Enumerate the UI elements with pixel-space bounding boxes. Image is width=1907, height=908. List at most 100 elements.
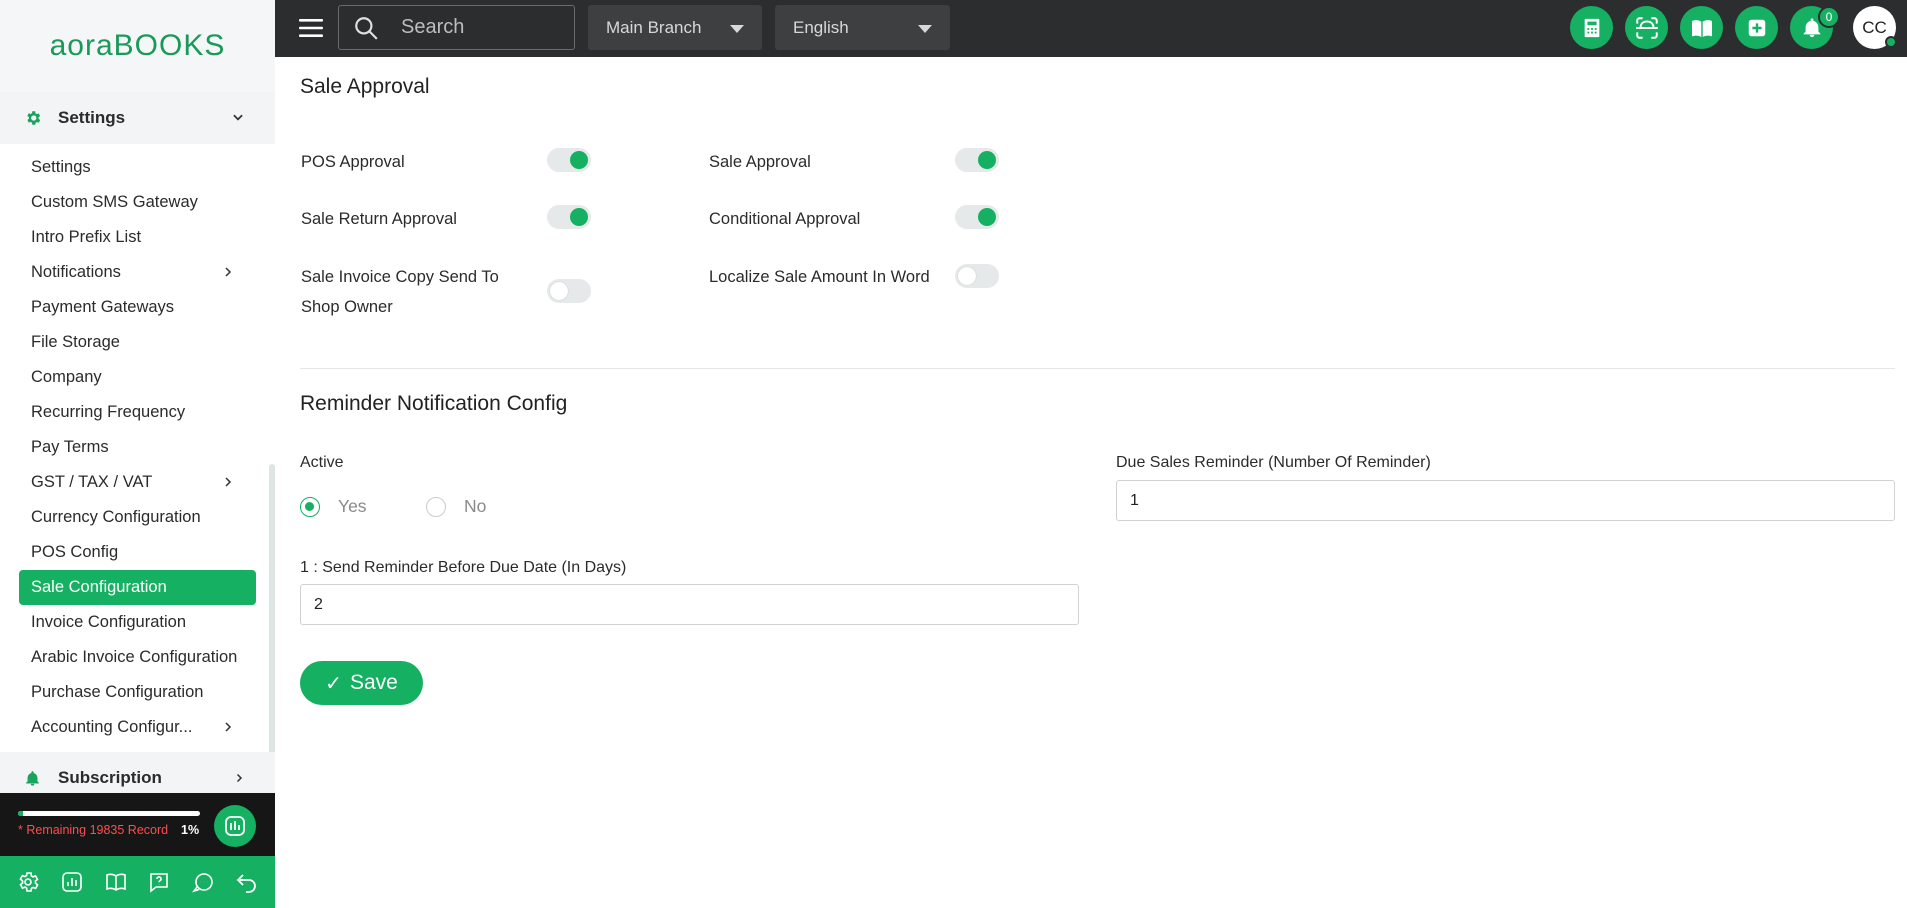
localize-amount-toggle[interactable] <box>955 264 999 288</box>
sidebar-item-recurring-frequency[interactable]: Recurring Frequency <box>19 395 256 430</box>
sale-approval-toggle[interactable] <box>955 148 999 172</box>
sidebar-item-label: Company <box>31 368 102 386</box>
chevron-right-icon <box>225 267 232 277</box>
logo-text-a: aora <box>49 29 114 62</box>
sale-return-approval-toggle[interactable] <box>547 205 591 229</box>
app-logo[interactable]: aoraBOOKS <box>50 29 226 63</box>
open-book-icon <box>1691 19 1712 37</box>
search-box[interactable]: Search <box>338 5 575 50</box>
bottom-reports-button[interactable] <box>59 869 85 895</box>
sidebar-item-notifications[interactable]: Notifications <box>19 255 256 290</box>
due-reminder-label: Due Sales Reminder (Number Of Reminder) <box>1116 454 1431 471</box>
bottom-guide-button[interactable] <box>103 869 129 895</box>
active-yes-radio[interactable]: Yes <box>300 496 367 517</box>
notification-badge: 0 <box>1818 6 1840 28</box>
book-icon <box>105 873 126 891</box>
localize-amount-label: Localize Sale Amount In Word <box>709 268 930 286</box>
sidebar-item-payment-gateways[interactable]: Payment Gateways <box>19 290 256 325</box>
radio-circle <box>300 496 320 517</box>
sale-return-approval-label: Sale Return Approval <box>301 210 457 228</box>
sidebar-item-settings[interactable]: Settings <box>19 150 256 185</box>
pos-approval-toggle[interactable] <box>547 148 591 172</box>
sidebar-item-label: Accounting Configur... <box>31 718 193 736</box>
chart-icon <box>61 872 82 892</box>
active-label: Active <box>300 454 344 471</box>
active-no-radio[interactable]: No <box>426 496 486 517</box>
sidebar-item-company[interactable]: Company <box>19 360 256 395</box>
sidebar-item-pos-config[interactable]: POS Config <box>19 535 256 570</box>
usage-progress-fill <box>18 811 24 816</box>
days-before-due-input[interactable]: 2 <box>300 584 1079 625</box>
sidebar-item-invoice-configuration[interactable]: Invoice Configuration <box>19 605 256 640</box>
sidebar-section-title: Settings <box>58 108 126 127</box>
invoice-copy-to-owner-label: Sale Invoice Copy Send To Shop Owner <box>301 268 499 316</box>
language-select[interactable]: English <box>775 5 950 50</box>
upgrade-button[interactable] <box>214 805 256 847</box>
branch-select[interactable]: Main Branch <box>588 5 762 50</box>
calculator-button[interactable] <box>1570 6 1613 49</box>
sidebar-item-label: Intro Prefix List <box>31 228 142 246</box>
sidebar-item-gst-tax-vat[interactable]: GST / TAX / VAT <box>19 465 256 500</box>
barcode-scan-button[interactable] <box>1625 6 1668 49</box>
invoice-copy-to-owner-toggle[interactable] <box>547 279 591 303</box>
catalog-button[interactable] <box>1680 6 1723 49</box>
add-new-button[interactable] <box>1735 6 1778 49</box>
search-input[interactable]: Search <box>401 16 464 39</box>
sidebar-item-arabic-invoice-configuration[interactable]: Arabic Invoice Configuration <box>19 640 256 675</box>
sidebar-item-file-storage[interactable]: File Storage <box>19 325 256 360</box>
sidebar-item-currency-configuration[interactable]: Currency Configuration <box>19 500 256 535</box>
undo-icon <box>236 874 256 893</box>
due-reminder-input[interactable]: 1 <box>1116 480 1895 521</box>
search-icon <box>355 16 378 40</box>
sidebar-item-purchase-configuration[interactable]: Purchase Configuration <box>19 675 256 710</box>
active-no-label: No <box>464 496 487 516</box>
usage-percent: 1% <box>181 823 200 837</box>
caret-down-icon <box>918 25 932 33</box>
sidebar-item-label: Purchase Configuration <box>31 683 204 701</box>
pos-approval-label: POS Approval <box>301 153 405 171</box>
sidebar-item-intro-prefix-list[interactable]: Intro Prefix List <box>19 220 256 255</box>
sidebar-item-custom-sms-gateway[interactable]: Custom SMS Gateway <box>19 185 256 220</box>
user-avatar[interactable]: CC <box>1853 6 1897 49</box>
bell-icon <box>26 770 39 786</box>
radio-circle <box>426 496 446 517</box>
conditional-approval-toggle[interactable] <box>955 205 999 229</box>
online-status-dot <box>1885 36 1897 48</box>
bottom-chat-button[interactable] <box>190 869 216 895</box>
section-divider <box>300 368 1895 369</box>
subscription-title: Subscription <box>58 768 162 787</box>
save-button-label: Save <box>349 671 398 694</box>
active-yes-label: Yes <box>338 496 367 516</box>
sidebar-item-label: Notifications <box>31 263 121 281</box>
chevron-right-icon <box>225 477 232 487</box>
chevron-right-icon <box>225 722 232 732</box>
save-button[interactable]: ✓ Save <box>300 661 423 705</box>
calculator-icon <box>1584 18 1599 37</box>
chat-icon <box>192 873 214 893</box>
conditional-approval-label: Conditional Approval <box>709 210 861 228</box>
toggle-knob <box>958 267 976 285</box>
bottom-toolbar <box>0 856 275 908</box>
sidebar-item-label: Arabic Invoice Configuration <box>31 648 238 666</box>
sidebar-item-accounting-configur[interactable]: Accounting Configur... <box>19 710 256 745</box>
sidebar-section-settings[interactable]: Settings <box>0 92 275 144</box>
sidebar-item-pay-terms[interactable]: Pay Terms <box>19 430 256 465</box>
sidebar-item-label: Payment Gateways <box>31 298 175 316</box>
plus-square-icon <box>1748 19 1765 36</box>
toggle-knob <box>550 282 568 300</box>
sidebar-item-sale-configuration[interactable]: Sale Configuration <box>19 570 256 605</box>
sidebar-item-label: Currency Configuration <box>31 508 201 526</box>
top-bar: Search Main Branch English 0 CC <box>275 0 1907 57</box>
chevron-right-icon <box>236 773 243 783</box>
help-icon <box>150 873 169 893</box>
bottom-back-button[interactable] <box>234 869 260 895</box>
bottom-settings-button[interactable] <box>15 869 41 895</box>
menu-icon[interactable] <box>299 18 323 38</box>
sidebar-item-label: Custom SMS Gateway <box>31 193 198 211</box>
usage-panel: * Remaining 19835 Record 1% <box>0 793 275 856</box>
checkmark-icon: ✓ <box>325 672 342 695</box>
bottom-help-button[interactable] <box>146 869 172 895</box>
toggle-knob <box>570 151 588 169</box>
sidebar-item-label: GST / TAX / VAT <box>31 473 153 491</box>
branch-select-value: Main Branch <box>606 17 702 37</box>
